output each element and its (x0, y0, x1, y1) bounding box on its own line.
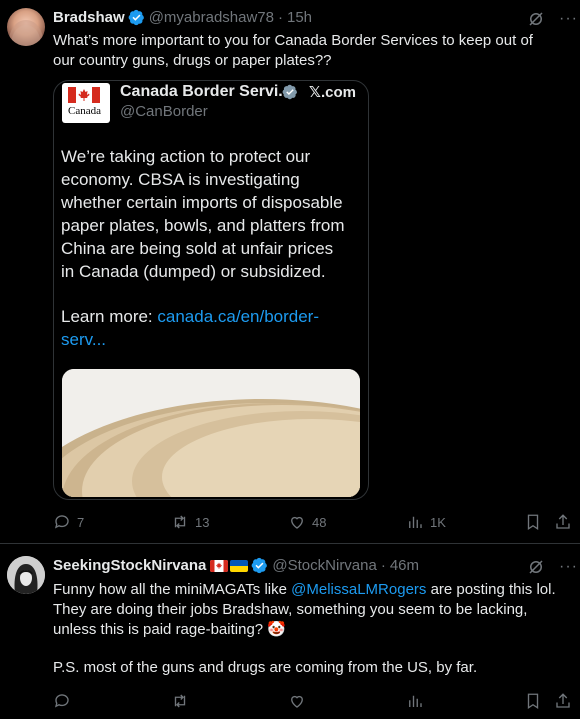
post-time[interactable]: 46m (390, 557, 419, 574)
author-avatar[interactable] (7, 8, 45, 46)
like-count: 48 (312, 514, 327, 530)
author-avatar[interactable] (7, 556, 45, 594)
more-options-icon[interactable]: ··· (559, 558, 578, 576)
repost-icon (174, 694, 186, 708)
like-button[interactable] (288, 692, 306, 710)
bookmark-icon[interactable] (524, 513, 542, 531)
post-bradshaw[interactable]: Bradshaw @myabradshaw78 · 15h ··· What’s… (0, 0, 580, 542)
reply-icon (54, 694, 69, 708)
quoted-author-handle[interactable]: @CanBorder (120, 103, 208, 120)
views-button[interactable]: 1K (406, 513, 446, 531)
x-com-label: 𝕏.com (308, 84, 356, 101)
author-handle[interactable]: @StockNirvana (272, 557, 376, 574)
post-ps-text: P.S. most of the guns and drugs are comi… (53, 659, 478, 676)
views-icon (409, 695, 422, 707)
views-count: 1K (430, 514, 446, 530)
reply-button[interactable]: 7 (53, 513, 84, 531)
views-icon (409, 516, 422, 528)
verified-badge-icon (128, 9, 144, 26)
share-icon[interactable] (554, 513, 572, 531)
bookmark-icon[interactable] (524, 692, 542, 710)
reply-button[interactable] (53, 692, 71, 710)
repost-button[interactable] (171, 692, 189, 710)
heart-icon (291, 516, 303, 529)
post-text: Funny how all the miniMAGATs like @Melis… (53, 580, 563, 640)
separator-dot: · (278, 9, 283, 26)
author-handle[interactable]: @myabradshaw78 (149, 9, 274, 26)
paper-plates-image[interactable] (62, 369, 360, 497)
repost-button[interactable]: 13 (171, 513, 209, 531)
grok-icon[interactable] (527, 558, 545, 576)
more-options-icon[interactable]: ··· (559, 10, 578, 28)
quoted-post-card[interactable]: Canada Canada Border Servi... 𝕏.com @Can… (53, 80, 369, 500)
share-icon[interactable] (554, 692, 572, 710)
like-button[interactable]: 48 (288, 513, 326, 531)
author-name[interactable]: SeekingStockNirvana (53, 557, 206, 574)
views-button[interactable] (406, 692, 424, 710)
post-seekingstocknirvana[interactable]: SeekingStockNirvana @StockNirvana · 46m … (0, 544, 580, 719)
heart-icon (291, 695, 303, 708)
post-text-part1: Funny how all the miniMAGATs like (53, 581, 292, 598)
author-name[interactable]: Bradshaw (53, 9, 125, 26)
mention-link[interactable]: @MelissaLMRogers (291, 581, 426, 598)
repost-icon (174, 515, 186, 529)
learn-more: Learn more: canada.ca/en/border-serv... (61, 305, 351, 351)
post-text: What’s more important to you for Canada … (53, 32, 533, 69)
reply-count: 7 (77, 514, 85, 530)
gray-verified-badge-icon (282, 84, 297, 100)
post-time[interactable]: 15h (287, 9, 312, 26)
reply-icon (54, 515, 69, 529)
grok-icon[interactable] (527, 10, 545, 28)
verified-badge-icon (252, 557, 268, 574)
avatar-image (7, 556, 45, 594)
canada-flag-icon (210, 559, 229, 572)
avatar-image (9, 20, 43, 46)
separator-dot: · (380, 557, 386, 574)
learn-more-label: Learn more: (61, 307, 158, 326)
quoted-post-text: We’re taking action to protect our econo… (61, 147, 345, 281)
ukraine-flag-icon (230, 559, 249, 572)
canada-logo: Canada (62, 83, 110, 123)
canada-logo-text: Canada (68, 105, 101, 117)
quoted-author-name[interactable]: Canada Border Servi... (120, 83, 292, 101)
repost-count: 13 (195, 514, 210, 530)
